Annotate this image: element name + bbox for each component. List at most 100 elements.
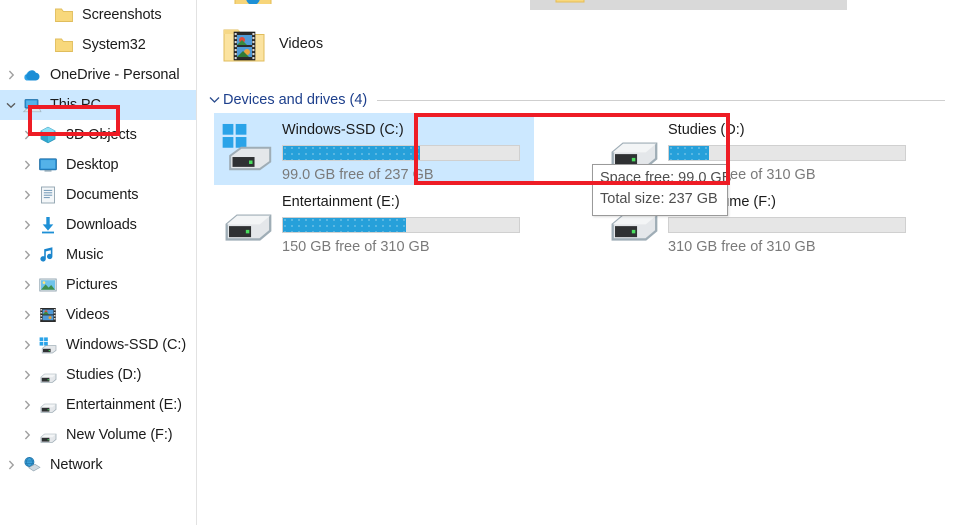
- drive-capacity-bar: [668, 217, 906, 233]
- drive-icon: [38, 425, 58, 445]
- folders-group-partial: Videos: [197, 0, 956, 84]
- sidebar-item-windows-ssd-c[interactable]: Windows-SSD (C:): [0, 330, 196, 360]
- sidebar-item-screenshots[interactable]: Screenshots: [0, 0, 196, 30]
- sidebar-item-label: This PC: [50, 97, 101, 113]
- sidebar-item-system32[interactable]: System32: [0, 30, 196, 60]
- chevron-down-icon[interactable]: [205, 96, 223, 104]
- folder-icon: [233, 0, 273, 4]
- drive-icon: [218, 189, 276, 247]
- sidebar-item-studies-d[interactable]: Studies (D:): [0, 360, 196, 390]
- drive-capacity-bar: [282, 145, 520, 161]
- navigation-pane[interactable]: Screenshots System32 OneDrive - Personal Th…: [0, 0, 197, 525]
- drive-name: Windows-SSD (C:): [282, 122, 404, 138]
- folder-icon: [54, 35, 74, 55]
- drive-tile-entertainment-e[interactable]: Entertainment (E:) 150 GB free of 310 GB: [214, 185, 534, 257]
- drive-tile-windows-ssd-c[interactable]: Windows-SSD (C:) 99.0 GB free of 237 GB: [214, 113, 534, 185]
- windows-drive-icon: [38, 335, 58, 355]
- chevron-right-icon[interactable]: [16, 250, 38, 260]
- chevron-right-icon[interactable]: [16, 340, 38, 350]
- sidebar-item-onedrive-personal[interactable]: OneDrive - Personal: [0, 60, 196, 90]
- sidebar-item-this-pc[interactable]: This PC: [0, 90, 196, 120]
- sidebar-item-label: Studies (D:): [66, 367, 142, 383]
- sidebar-item-label: Network: [50, 457, 103, 473]
- 3d-objects-icon: [38, 125, 58, 145]
- drive-column-left: Windows-SSD (C:) 99.0 GB free of 237 GB En…: [214, 113, 534, 257]
- group-separator-line: [377, 99, 945, 101]
- sidebar-item-label: Documents: [66, 187, 139, 203]
- videos-folder-icon: [221, 21, 267, 67]
- sidebar-item-label: Downloads: [66, 217, 137, 233]
- sidebar-item-music[interactable]: Music: [0, 240, 196, 270]
- network-icon: [22, 455, 42, 475]
- sidebar-item-label: 3D Objects: [66, 127, 137, 143]
- drive-icon: [38, 365, 58, 385]
- drive-info: Entertainment (E:) 150 GB free of 310 GB: [282, 189, 534, 255]
- folder-icon: [54, 5, 74, 25]
- drive-capacity-text: 310 GB free of 310 GB: [668, 239, 816, 255]
- drive-capacity-bar-fill: [669, 146, 710, 160]
- sidebar-item-label: Screenshots: [82, 7, 162, 23]
- sidebar-item-label: Windows-SSD (C:): [66, 337, 187, 353]
- sidebar-item-label: Music: [66, 247, 104, 263]
- sidebar-item-new-volume-f[interactable]: New Volume (F:): [0, 420, 196, 450]
- tooltip-space-free: Space free: 99.0 GB: [600, 170, 732, 186]
- chevron-right-icon[interactable]: [16, 310, 38, 320]
- sidebar-item-videos[interactable]: Videos: [0, 300, 196, 330]
- sidebar-item-label: System32: [82, 37, 146, 53]
- pictures-icon: [38, 275, 58, 295]
- drive-capacity-text: 99.0 GB free of 237 GB: [282, 167, 434, 183]
- folder-icon: [555, 0, 585, 4]
- drive-capacity-bar-fill: [283, 218, 406, 232]
- documents-icon: [38, 185, 58, 205]
- sidebar-item-label: Desktop: [66, 157, 119, 173]
- drive-name: Entertainment (E:): [282, 194, 400, 210]
- sidebar-item-network[interactable]: Network: [0, 450, 196, 480]
- group-header-devices-and-drives[interactable]: Devices and drives (4): [205, 90, 945, 110]
- chevron-right-icon[interactable]: [0, 70, 22, 80]
- sidebar-item-label: OneDrive - Personal: [50, 67, 180, 83]
- music-icon: [38, 245, 58, 265]
- sidebar-item-label: Entertainment (E:): [66, 397, 182, 413]
- navigation-tree[interactable]: Screenshots System32 OneDrive - Personal Th…: [0, 0, 196, 480]
- sidebar-item-pictures[interactable]: Pictures: [0, 270, 196, 300]
- drive-capacity-text: 150 GB free of 310 GB: [282, 239, 430, 255]
- folder-item-label: Videos: [279, 36, 324, 52]
- sidebar-item-label: Videos: [66, 307, 110, 323]
- sidebar-item-entertainment-e[interactable]: Entertainment (E:): [0, 390, 196, 420]
- drive-icon: [38, 395, 58, 415]
- desktop-icon: [38, 155, 58, 175]
- sidebar-item-3d-objects[interactable]: 3D Objects: [0, 120, 196, 150]
- chevron-right-icon[interactable]: [16, 370, 38, 380]
- onedrive-icon: [22, 65, 42, 85]
- chevron-right-icon[interactable]: [16, 160, 38, 170]
- sidebar-item-desktop[interactable]: Desktop: [0, 150, 196, 180]
- tooltip-total-size: Total size: 237 GB: [600, 191, 718, 207]
- drive-capacity-bar: [282, 217, 520, 233]
- chevron-right-icon[interactable]: [16, 220, 38, 230]
- sidebar-item-documents[interactable]: Documents: [0, 180, 196, 210]
- drive-tooltip: Space free: 99.0 GB Total size: 237 GB: [592, 164, 732, 216]
- drive-capacity-bar-fill: [283, 146, 420, 160]
- windows-drive-icon: [218, 117, 276, 175]
- chevron-right-icon[interactable]: [16, 130, 38, 140]
- chevron-right-icon[interactable]: [0, 460, 22, 470]
- chevron-right-icon[interactable]: [16, 430, 38, 440]
- sidebar-item-downloads[interactable]: Downloads: [0, 210, 196, 240]
- drive-capacity-bar: [668, 145, 906, 161]
- chevron-right-icon[interactable]: [16, 190, 38, 200]
- chevron-down-icon[interactable]: [0, 102, 22, 109]
- file-explorer-window: Screenshots System32 OneDrive - Personal Th…: [0, 0, 956, 525]
- folder-item-videos[interactable]: Videos: [221, 18, 323, 70]
- sidebar-item-label: Pictures: [66, 277, 118, 293]
- content-pane[interactable]: Videos Devices and drives (4) Windows-SS…: [197, 0, 956, 525]
- this-pc-icon: [22, 95, 42, 115]
- downloads-icon: [38, 215, 58, 235]
- drive-info: Windows-SSD (C:) 99.0 GB free of 237 GB: [282, 117, 534, 183]
- sidebar-item-label: New Volume (F:): [66, 427, 173, 443]
- videos-icon: [38, 305, 58, 325]
- chevron-right-icon[interactable]: [16, 280, 38, 290]
- chevron-right-icon[interactable]: [16, 400, 38, 410]
- drive-name: Studies (D:): [668, 122, 745, 138]
- selected-item-row-partial[interactable]: [530, 0, 847, 10]
- group-title: Devices and drives (4): [223, 92, 368, 108]
